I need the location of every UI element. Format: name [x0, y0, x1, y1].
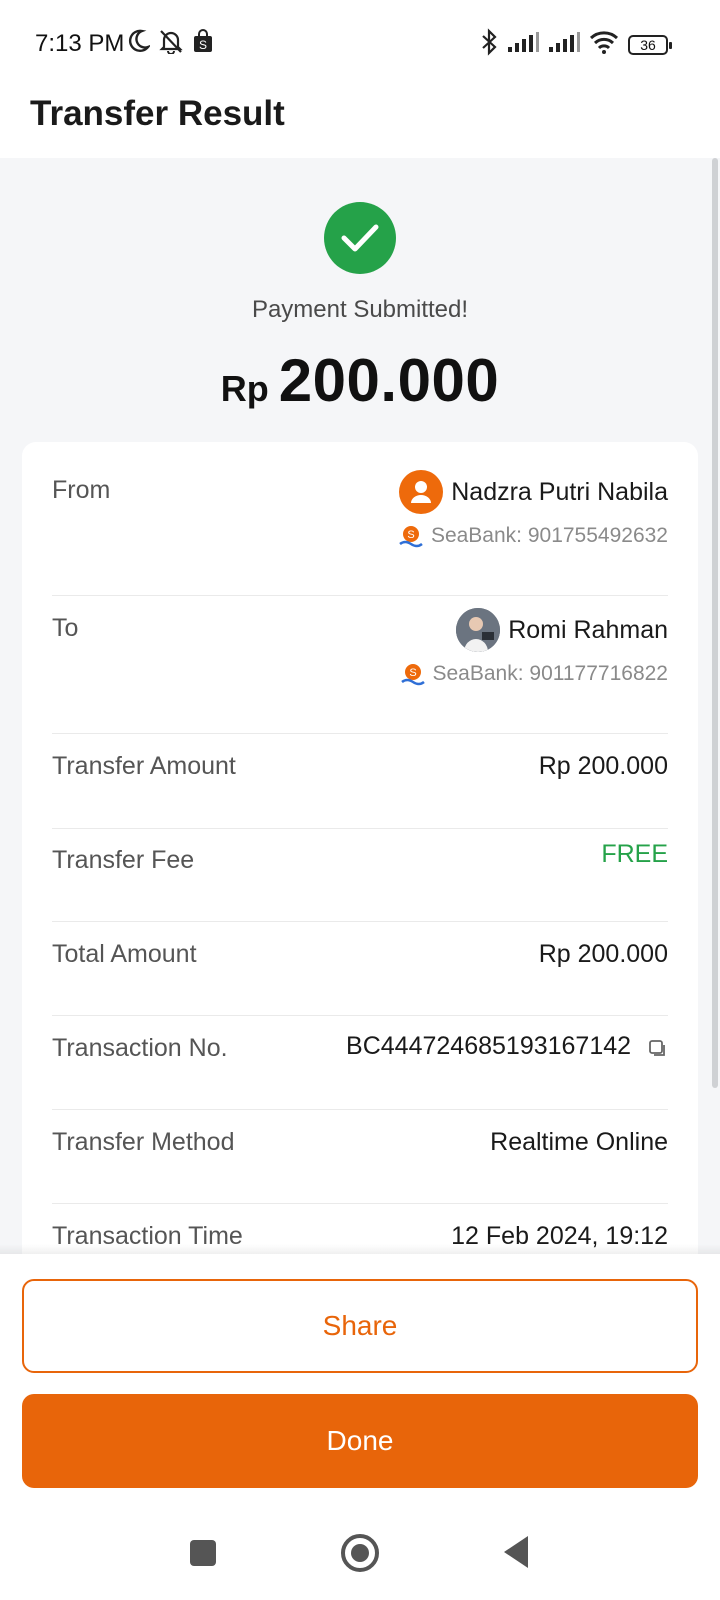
from-row: From Nadzra Putri Nabila S SeaBank: 9017…	[52, 470, 668, 580]
action-panel: Share Done	[0, 1244, 720, 1504]
transaction-no-row: Transaction No. BC444724685193167142	[52, 1032, 668, 1082]
amount-currency: Rp	[220, 368, 269, 409]
sender-name: Nadzra Putri Nabila	[451, 477, 668, 506]
from-label: From	[52, 476, 111, 504]
success-check-icon	[324, 202, 396, 274]
home-icon[interactable]	[341, 1534, 379, 1572]
battery-icon: 36	[628, 34, 672, 55]
total-amount-label: Total Amount	[52, 940, 197, 968]
svg-text:S: S	[409, 667, 416, 679]
recipient-account: SeaBank: 901177716822	[432, 662, 669, 685]
transfer-details-card: From Nadzra Putri Nabila S SeaBank: 9017…	[22, 442, 698, 1254]
sender-avatar	[399, 470, 444, 514]
share-button[interactable]: Share	[22, 1279, 698, 1373]
page-title: Transfer Result	[30, 94, 285, 133]
bluetooth-icon	[480, 28, 498, 61]
transfer-fee-label: Transfer Fee	[52, 846, 195, 874]
seabank-logo-icon: S	[400, 662, 425, 686]
moon-icon	[128, 29, 152, 58]
status-time: 7:13 PM	[35, 30, 125, 57]
seabank-logo-icon: S	[399, 524, 423, 548]
total-amount-value: Rp 200.000	[538, 940, 668, 968]
done-button[interactable]: Done	[22, 1394, 698, 1488]
wifi-icon	[589, 30, 619, 59]
system-nav-bar	[0, 1504, 720, 1600]
screen: 7:13 PM S 36 Transfer Result Payment Sub…	[0, 0, 720, 1600]
recipient-avatar	[456, 608, 501, 652]
sender-account: SeaBank: 901755492632	[430, 524, 668, 547]
transfer-method-row: Transfer Method Realtime Online	[52, 1126, 668, 1176]
to-label: To	[52, 614, 79, 642]
shop-icon: S	[192, 29, 214, 58]
payment-status: Payment Submitted!	[251, 296, 469, 323]
app-bar: Transfer Result	[0, 88, 720, 158]
to-row: To Romi Rahman S SeaBank: 901177716822	[52, 608, 668, 718]
recent-apps-icon[interactable]	[190, 1540, 216, 1566]
total-amount-row: Total Amount Rp 200.000	[52, 938, 668, 988]
transfer-method-value: Realtime Online	[490, 1128, 668, 1156]
bell-off-icon	[158, 28, 184, 59]
divider	[52, 733, 668, 734]
svg-text:S: S	[199, 38, 207, 52]
divider	[52, 828, 668, 829]
back-icon[interactable]	[504, 1536, 528, 1568]
transfer-amount-value: Rp 200.000	[538, 752, 668, 780]
transaction-no-value: BC444724685193167142	[346, 1032, 632, 1060]
divider	[52, 1015, 668, 1016]
divider	[52, 595, 668, 596]
copy-icon[interactable]	[648, 1037, 668, 1057]
divider	[52, 1109, 668, 1110]
transfer-method-label: Transfer Method	[52, 1128, 235, 1156]
signal-icon	[507, 31, 539, 58]
amount-value: 200.000	[278, 347, 500, 414]
divider	[52, 921, 668, 922]
recipient-name: Romi Rahman	[508, 615, 668, 644]
status-bar: 7:13 PM S 36	[0, 0, 720, 90]
transfer-amount-label: Transfer Amount	[52, 752, 236, 780]
transfer-fee-value: FREE	[601, 840, 668, 868]
transfer-total: Rp 200.000	[0, 346, 720, 415]
result-content[interactable]: Payment Submitted! Rp 200.000 From Nadzra…	[0, 158, 720, 1254]
svg-text:S: S	[407, 529, 414, 541]
transfer-amount-row: Transfer Amount Rp 200.000	[52, 750, 668, 800]
transaction-no-label: Transaction No.	[52, 1034, 228, 1062]
transfer-fee-row: Transfer Fee FREE	[52, 840, 668, 894]
divider	[52, 1203, 668, 1204]
signal-icon	[548, 31, 580, 58]
